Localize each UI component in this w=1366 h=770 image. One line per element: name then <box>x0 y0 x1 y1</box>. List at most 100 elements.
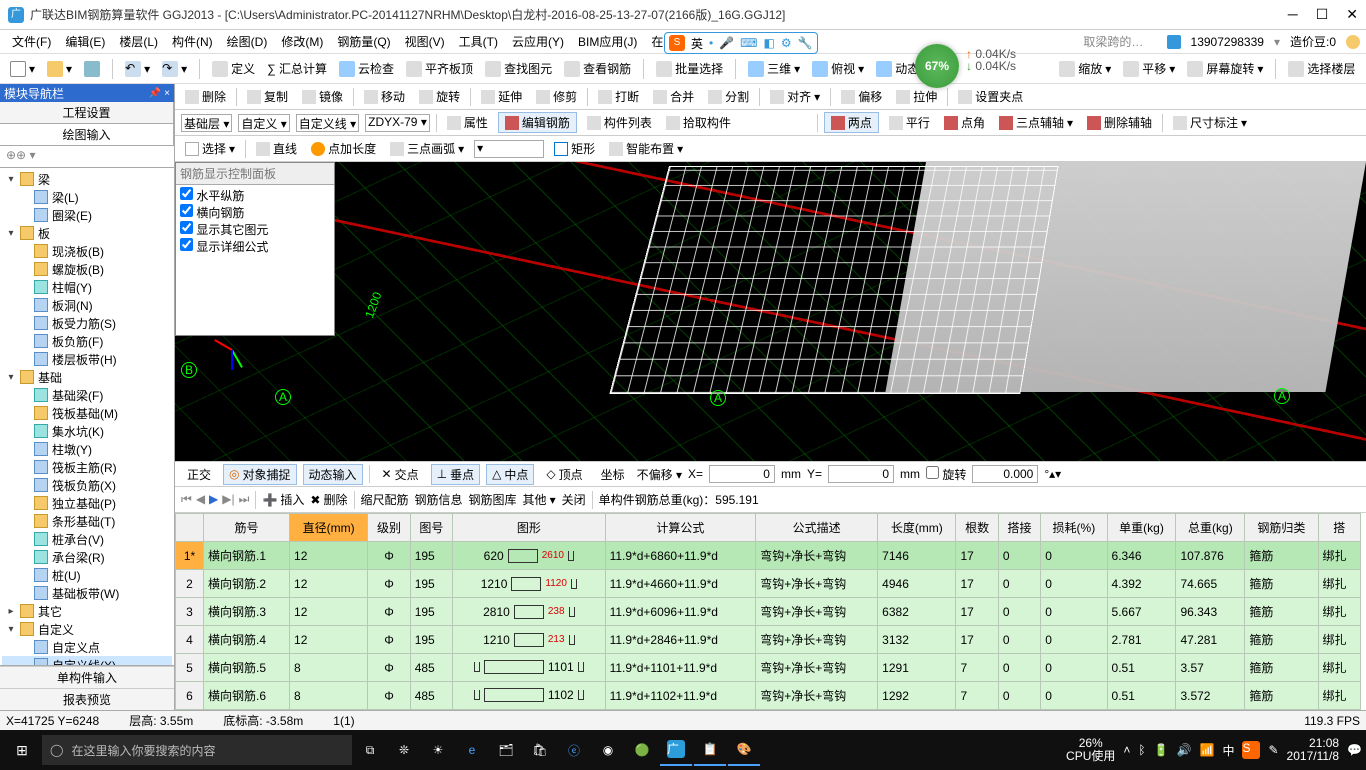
menu-component[interactable]: 构件(N) <box>166 31 219 52</box>
pick-button[interactable]: 拾取构件 <box>662 113 735 132</box>
col-header[interactable]: 计算公式 <box>605 514 756 542</box>
tree-node[interactable]: 板受力筋(S) <box>2 314 172 332</box>
sidebar-tab-draw[interactable]: 绘图输入 <box>0 124 174 145</box>
tray-vol-icon[interactable]: 🔊 <box>1177 743 1192 757</box>
menu-modify[interactable]: 修改(M) <box>275 31 329 52</box>
col-header[interactable]: 直径(mm) <box>290 514 368 542</box>
rotate-stepper[interactable]: °▴▾ <box>1044 467 1061 481</box>
component-tree[interactable]: ▾梁梁(L)圈梁(E)▾板现浇板(B)螺旋板(B)柱帽(Y)板洞(N)板受力筋(… <box>0 168 174 665</box>
task-weather-icon[interactable]: ☀ <box>422 734 454 766</box>
tree-node[interactable]: 自定义线(X) <box>2 656 172 665</box>
tray-bt-icon[interactable]: ᛒ <box>1138 743 1145 757</box>
smart-button[interactable]: 智能布置▾ <box>605 139 687 158</box>
align-button[interactable]: 对齐▾ <box>766 87 824 106</box>
col-header[interactable]: 图形 <box>453 514 606 542</box>
snap-coord[interactable]: 坐标 <box>595 464 631 485</box>
tree-node[interactable]: 基础板带(W) <box>2 584 172 602</box>
pan-button[interactable]: 平移▾ <box>1119 58 1179 79</box>
tree-node[interactable]: 桩承台(V) <box>2 530 172 548</box>
task-explorer-icon[interactable]: 🗂 <box>490 734 522 766</box>
ime-mic-icon[interactable]: 🎤 <box>719 36 734 50</box>
tree-node[interactable]: 楼层板带(H) <box>2 350 172 368</box>
ortho-toggle[interactable]: 正交 <box>181 464 217 485</box>
tree-node[interactable]: 基础梁(F) <box>2 386 172 404</box>
close-button[interactable]: ✕ <box>1346 6 1358 23</box>
viewport-3d[interactable]: B A A A 1200 钢筋显示控制面板 水平纵筋 横向钢筋 显示其它图元 显… <box>175 162 1366 461</box>
tree-node[interactable]: 承台梁(R) <box>2 548 172 566</box>
col-header[interactable]: 长度(mm) <box>878 514 956 542</box>
col-header[interactable]: 损耗(%) <box>1041 514 1107 542</box>
tree-node[interactable]: 现浇板(B) <box>2 242 172 260</box>
col-header[interactable]: 钢筋归类 <box>1245 514 1318 542</box>
rotate-check[interactable]: 旋转 <box>926 466 966 483</box>
col-header[interactable]: 公式描述 <box>756 514 878 542</box>
col-header[interactable]: 单重(kg) <box>1107 514 1176 542</box>
zoom-button[interactable]: 缩放▾ <box>1055 58 1115 79</box>
col-header[interactable] <box>176 514 204 542</box>
user-id[interactable]: 13907298339 <box>1191 35 1264 49</box>
ime-tool-icon[interactable]: 🔧 <box>798 36 813 50</box>
tree-node[interactable]: ▾自定义 <box>2 620 172 638</box>
dynin-toggle[interactable]: 动态输入 <box>303 464 363 485</box>
snap-mid[interactable]: △ 中点 <box>486 464 534 485</box>
ime-toolbar[interactable]: S 英 • 🎤 ⌨ ◧ ⚙ 🔧 <box>664 32 818 54</box>
editrebar-button[interactable]: 编辑钢筋 <box>498 112 577 133</box>
batchsel-button[interactable]: 批量选择 <box>652 58 727 79</box>
col-header[interactable]: 根数 <box>956 514 998 542</box>
task-notes-icon[interactable]: 📋 <box>694 734 726 766</box>
tree-node[interactable]: 螺旋板(B) <box>2 260 172 278</box>
tray-battery-icon[interactable]: 🔋 <box>1154 743 1169 757</box>
split-button[interactable]: 分割 <box>704 87 753 106</box>
rebar-display-panel[interactable]: 钢筋显示控制面板 水平纵筋 横向钢筋 显示其它图元 显示详细公式 <box>175 162 335 336</box>
table-row[interactable]: 5横向钢筋.58Φ485110111.9*d+1101+11.9*d弯钩+净长+… <box>176 654 1361 682</box>
undo-button[interactable]: ↶▾ <box>121 59 154 79</box>
nav-next-icon[interactable]: ▶| <box>222 492 234 507</box>
merge-button[interactable]: 合并 <box>649 87 698 106</box>
col-header[interactable]: 筋号 <box>204 514 290 542</box>
nav-last-icon[interactable]: ⏭ <box>239 492 250 507</box>
nav-prev-icon[interactable]: ◀ <box>196 492 205 507</box>
stretch-button[interactable]: 拉伸 <box>892 87 941 106</box>
sidebar-tab-project[interactable]: 工程设置 <box>0 102 174 123</box>
col-header[interactable]: 总重(kg) <box>1176 514 1245 542</box>
osnap-toggle[interactable]: ◎对象捕捉 <box>223 464 297 485</box>
tray-wifi-icon[interactable]: 📶 <box>1200 743 1215 757</box>
arc3-button[interactable]: 三点画弧▾ <box>386 139 468 158</box>
table-row[interactable]: 4横向钢筋.412Φ195121021311.9*d+2846+11.9*d弯钩… <box>176 626 1361 654</box>
task-app-icon[interactable]: 广 <box>660 734 692 766</box>
sumcalc-button[interactable]: ∑ 汇总计算 <box>263 58 331 79</box>
user-icon[interactable] <box>1167 35 1181 49</box>
tree-node[interactable]: 筏板基础(M) <box>2 404 172 422</box>
snap-perp[interactable]: ⊥ 垂点 <box>431 464 480 485</box>
sidebar-mini[interactable]: ⊕⊕ ▾ <box>0 146 174 168</box>
menu-rebar[interactable]: 钢筋量(Q) <box>331 31 396 52</box>
lookdown-button[interactable]: 俯视▾ <box>808 58 868 79</box>
tree-node[interactable]: 自定义点 <box>2 638 172 656</box>
cloudcheck-button[interactable]: 云检查 <box>335 58 398 79</box>
arc-options[interactable]: ▾ <box>474 140 544 158</box>
grid-delete[interactable]: ✖ 删除 <box>310 491 347 508</box>
tree-node[interactable]: ▸其它 <box>2 602 172 620</box>
component-combo[interactable]: ZDYX-79 ▾ <box>365 114 430 132</box>
move-button[interactable]: 移动 <box>360 87 409 106</box>
findgfx-button[interactable]: 查找图元 <box>481 58 556 79</box>
define-button[interactable]: 定义 <box>208 58 259 79</box>
display-option[interactable]: 显示其它图元 <box>180 221 330 238</box>
snap-inter[interactable]: ✕ 交点 <box>376 464 425 485</box>
screenrot-button[interactable]: 屏幕旋转▾ <box>1183 58 1267 79</box>
tray-ink-icon[interactable]: ✎ <box>1268 743 1278 757</box>
sidebar-tab-single[interactable]: 单构件输入 <box>0 666 174 688</box>
tray-notif-icon[interactable]: 💬 <box>1347 743 1362 757</box>
taskbar-search[interactable]: ◯ 在这里输入你要搜索的内容 <box>42 735 352 765</box>
tree-node[interactable]: 板负筋(F) <box>2 332 172 350</box>
snap-vertex[interactable]: ◇ 顶点 <box>540 464 588 485</box>
minimize-button[interactable]: ─ <box>1288 6 1298 23</box>
save-button[interactable] <box>80 59 104 79</box>
col-header[interactable]: 级别 <box>368 514 410 542</box>
display-option[interactable]: 水平纵筋 <box>180 187 330 204</box>
setclamp-button[interactable]: 设置夹点 <box>954 87 1027 106</box>
task-view-icon[interactable]: ⧉ <box>354 734 386 766</box>
tree-node[interactable]: 独立基础(P) <box>2 494 172 512</box>
delaux-button[interactable]: 删除辅轴 <box>1083 113 1156 132</box>
menu-bim[interactable]: BIM应用(J) <box>572 31 643 52</box>
